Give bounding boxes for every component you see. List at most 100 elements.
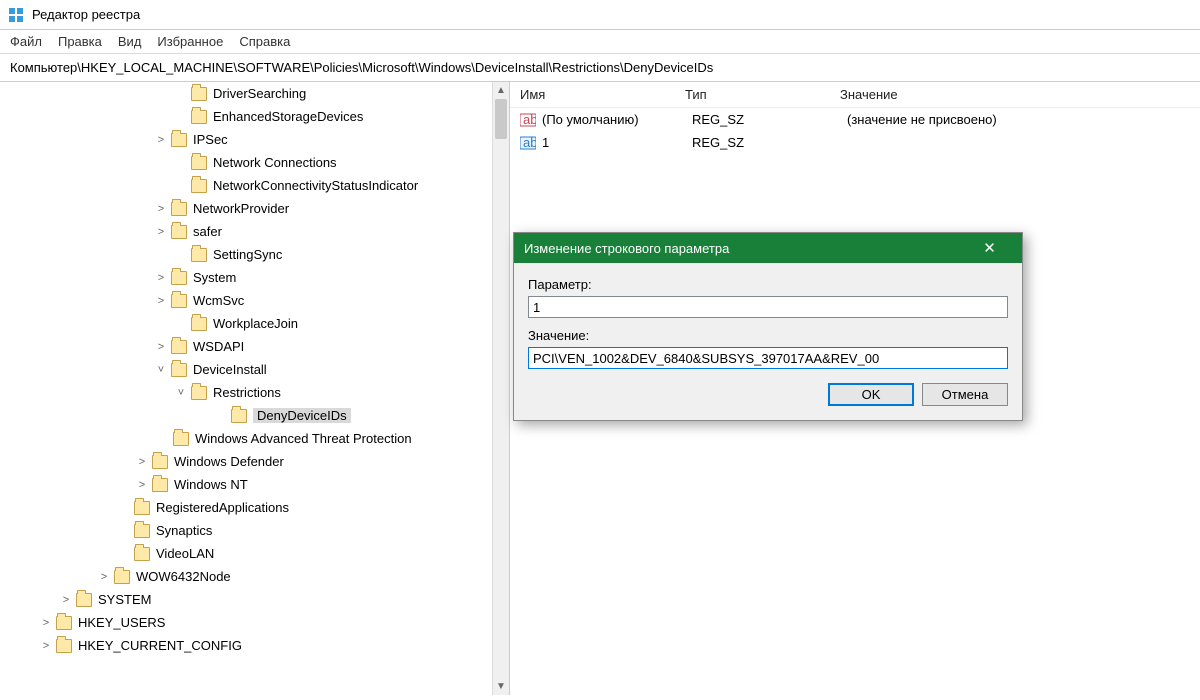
tree-node[interactable]: WorkplaceJoin — [0, 312, 509, 335]
list-item[interactable]: ab 1 REG_SZ — [520, 131, 1190, 154]
tree-node[interactable]: > HKEY_USERS — [0, 611, 509, 634]
folder-icon — [191, 248, 207, 262]
folder-icon — [134, 547, 150, 561]
chevron-down-icon[interactable]: ˅ — [175, 387, 187, 399]
tree-scrollbar[interactable]: ▲ ▼ — [492, 82, 509, 695]
tree-node-label: Windows Advanced Threat Protection — [195, 431, 412, 446]
chevron-right-icon[interactable]: > — [60, 594, 72, 606]
folder-icon — [171, 225, 187, 239]
scroll-thumb[interactable] — [495, 99, 507, 139]
menu-edit[interactable]: Правка — [58, 34, 102, 49]
chevron-right-icon[interactable]: > — [40, 617, 52, 629]
tree-node-label: Restrictions — [213, 385, 281, 400]
cancel-button[interactable]: Отмена — [922, 383, 1008, 406]
folder-icon — [231, 409, 247, 423]
param-label: Параметр: — [528, 277, 1008, 292]
string-value-new-icon: ab — [520, 135, 536, 151]
tree-node[interactable]: DriverSearching — [0, 82, 509, 105]
tree-node[interactable]: >WOW6432Node — [0, 565, 509, 588]
value-name: 1 — [542, 135, 692, 150]
ok-button[interactable]: OK — [828, 383, 914, 406]
list-item[interactable]: ab (По умолчанию) REG_SZ (значение не пр… — [520, 108, 1190, 131]
address-bar[interactable]: Компьютер\HKEY_LOCAL_MACHINE\SOFTWARE\Po… — [0, 54, 1200, 82]
tree-node-label: RegisteredApplications — [156, 500, 289, 515]
tree-node[interactable]: RegisteredApplications — [0, 496, 509, 519]
tree-node[interactable]: Windows Advanced Threat Protection — [0, 427, 509, 450]
chevron-right-icon[interactable]: > — [98, 571, 110, 583]
folder-icon — [114, 570, 130, 584]
value-input[interactable] — [528, 347, 1008, 369]
value-data: (значение не присвоено) — [847, 112, 1190, 127]
tree-node[interactable]: ˅DeviceInstall — [0, 358, 509, 381]
value-name: (По умолчанию) — [542, 112, 692, 127]
tree-node[interactable]: >Windows NT — [0, 473, 509, 496]
folder-icon — [56, 639, 72, 653]
folder-icon — [56, 616, 72, 630]
chevron-right-icon[interactable]: > — [136, 456, 148, 468]
tree-node-label: Network Connections — [213, 155, 337, 170]
registry-tree[interactable]: DriverSearchingEnhancedStorageDevices > IP… — [0, 82, 510, 695]
tree-node[interactable]: > WcmSvc — [0, 289, 509, 312]
tree-node[interactable]: VideoLAN — [0, 542, 509, 565]
tree-node-label: WorkplaceJoin — [213, 316, 298, 331]
folder-icon — [171, 133, 187, 147]
tree-node[interactable]: SettingSync — [0, 243, 509, 266]
dialog-titlebar[interactable]: Изменение строкового параметра ✕ — [514, 233, 1022, 263]
close-icon[interactable]: ✕ — [967, 233, 1012, 263]
tree-node[interactable]: Network Connections — [0, 151, 509, 174]
param-input[interactable] — [528, 296, 1008, 318]
chevron-right-icon[interactable]: > — [155, 203, 167, 215]
value-type: REG_SZ — [692, 112, 847, 127]
folder-icon — [171, 340, 187, 354]
tree-node-label: DenyDeviceIDs — [253, 408, 351, 423]
chevron-right-icon[interactable]: > — [155, 134, 167, 146]
folder-icon — [191, 110, 207, 124]
col-name-header[interactable]: Имя — [520, 87, 685, 102]
tree-node-label: VideoLAN — [156, 546, 214, 561]
tree-node[interactable]: >HKEY_CURRENT_CONFIG — [0, 634, 509, 657]
regedit-icon — [8, 7, 24, 23]
tree-node[interactable]: >SYSTEM — [0, 588, 509, 611]
menu-file[interactable]: Файл — [10, 34, 42, 49]
tree-node[interactable]: > System — [0, 266, 509, 289]
folder-icon — [191, 156, 207, 170]
chevron-right-icon[interactable]: > — [155, 272, 167, 284]
scroll-down-icon[interactable]: ▼ — [493, 678, 509, 695]
chevron-right-icon[interactable]: > — [136, 479, 148, 491]
tree-node[interactable]: > IPSec — [0, 128, 509, 151]
tree-node-label: NetworkProvider — [193, 201, 289, 216]
folder-icon — [134, 524, 150, 538]
tree-node[interactable]: ˅ Restrictions — [0, 381, 509, 404]
chevron-right-icon[interactable]: > — [155, 341, 167, 353]
folder-icon — [152, 455, 168, 469]
chevron-right-icon[interactable]: > — [155, 226, 167, 238]
tree-node-label: IPSec — [193, 132, 228, 147]
chevron-down-icon[interactable]: ˅ — [155, 364, 167, 376]
col-type-header[interactable]: Тип — [685, 87, 840, 102]
tree-node[interactable]: EnhancedStorageDevices — [0, 105, 509, 128]
tree-node[interactable]: NetworkConnectivityStatusIndicator — [0, 174, 509, 197]
chevron-right-icon[interactable]: > — [155, 295, 167, 307]
tree-node[interactable]: > NetworkProvider — [0, 197, 509, 220]
tree-node[interactable]: >Windows Defender — [0, 450, 509, 473]
tree-node-label: System — [193, 270, 236, 285]
folder-icon — [171, 363, 187, 377]
menu-view[interactable]: Вид — [118, 34, 142, 49]
tree-node[interactable]: DenyDeviceIDs — [0, 404, 509, 427]
folder-icon — [191, 386, 207, 400]
tree-node-label: WcmSvc — [193, 293, 244, 308]
folder-icon — [76, 593, 92, 607]
col-value-header[interactable]: Значение — [840, 87, 1190, 102]
tree-node[interactable]: >WSDAPI — [0, 335, 509, 358]
tree-node[interactable]: Synaptics — [0, 519, 509, 542]
edit-string-dialog: Изменение строкового параметра ✕ Парамет… — [513, 232, 1023, 421]
tree-node[interactable]: >safer — [0, 220, 509, 243]
chevron-right-icon[interactable]: > — [40, 640, 52, 652]
folder-icon — [173, 432, 189, 446]
tree-node-label: HKEY_USERS — [78, 615, 165, 630]
list-header: Имя Тип Значение — [510, 82, 1200, 108]
menu-fav[interactable]: Избранное — [157, 34, 223, 49]
menu-help[interactable]: Справка — [239, 34, 290, 49]
scroll-up-icon[interactable]: ▲ — [493, 82, 509, 99]
folder-icon — [191, 317, 207, 331]
